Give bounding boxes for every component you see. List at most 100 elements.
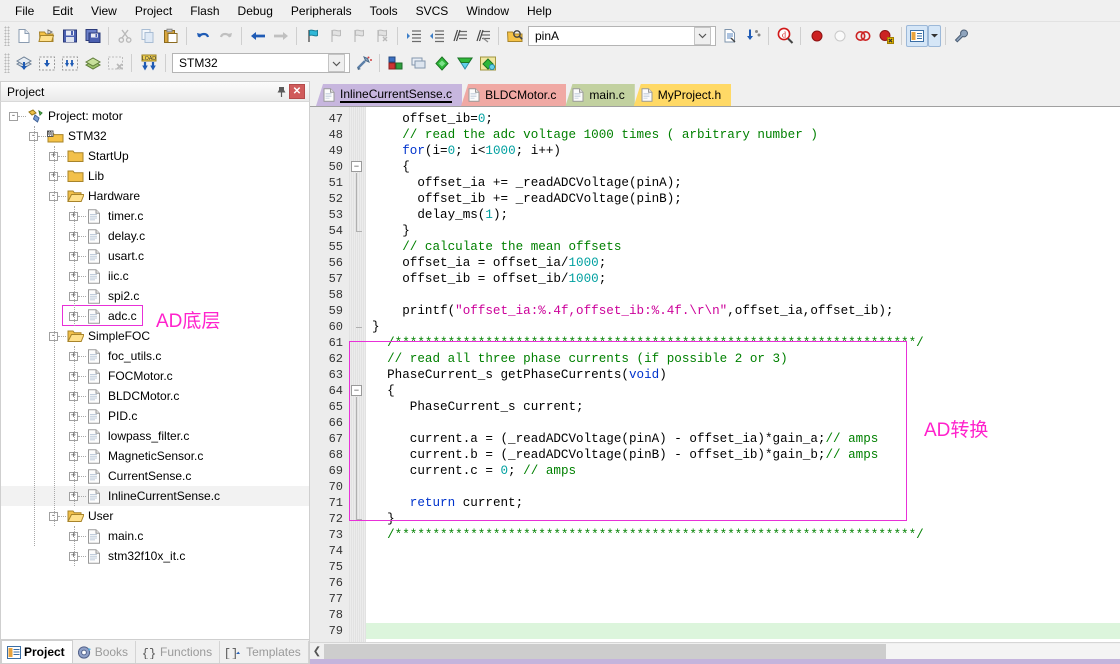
- batch-build-icon[interactable]: [58, 52, 81, 74]
- browse-symbols-icon[interactable]: [718, 25, 741, 47]
- search-combo[interactable]: pinA: [528, 25, 716, 46]
- tree-node-simplefoc[interactable]: - SimpleFOC: [1, 326, 309, 346]
- tree-file-stm32f10x_it.c[interactable]: + stm32f10x_it.c: [1, 546, 309, 566]
- chevron-down-icon[interactable]: [694, 26, 711, 45]
- code-line[interactable]: current.a = (_readADCVoltage(pinA) - off…: [366, 431, 1120, 447]
- kill-all-breakpoints-icon[interactable]: [851, 25, 874, 47]
- code-line[interactable]: PhaseCurrent_s getPhaseCurrents(void): [366, 367, 1120, 383]
- open-file-icon[interactable]: [35, 25, 58, 47]
- code-line[interactable]: offset_ia = offset_ia/1000;: [366, 255, 1120, 271]
- chevron-down-icon[interactable]: [928, 24, 941, 47]
- build-icon[interactable]: [12, 52, 35, 74]
- code-line[interactable]: ​: [366, 575, 1120, 591]
- disable-breakpoint-icon[interactable]: [828, 25, 851, 47]
- menu-item-flash[interactable]: Flash: [181, 2, 228, 20]
- project-pane-tab-functions[interactable]: {} Functions: [136, 641, 221, 663]
- code-line[interactable]: PhaseCurrent_s current;: [366, 399, 1120, 415]
- save-icon[interactable]: [58, 25, 81, 47]
- paste-icon[interactable]: [159, 25, 182, 47]
- redo-icon[interactable]: [214, 25, 237, 47]
- bookmark-prev-icon[interactable]: [324, 25, 347, 47]
- find-references-icon[interactable]: [741, 25, 764, 47]
- project-tree[interactable]: - Project: motor - STM32 + StartUp + Lib - Hardwa…: [0, 101, 310, 640]
- code-line[interactable]: /***************************************…: [366, 527, 1120, 543]
- menu-item-tools[interactable]: Tools: [361, 2, 407, 20]
- collapse-toggle-icon[interactable]: -: [9, 111, 18, 121]
- tree-file-spi2.c[interactable]: + spi2.c: [1, 286, 309, 306]
- tree-file-main.c[interactable]: + main.c: [1, 526, 309, 546]
- find-icon[interactable]: d: [773, 25, 796, 47]
- menu-item-project[interactable]: Project: [126, 2, 181, 20]
- code-line[interactable]: ​: [366, 607, 1120, 623]
- menu-item-file[interactable]: File: [6, 2, 43, 20]
- code-line[interactable]: for(i=0; i<1000; i++): [366, 143, 1120, 159]
- project-pane-tab-templates[interactable]: [] Templates: [220, 641, 309, 663]
- new-file-icon[interactable]: [12, 25, 35, 47]
- code-line[interactable]: /***************************************…: [366, 335, 1120, 351]
- target-select-value[interactable]: STM32: [177, 56, 328, 70]
- editor-horizontal-scrollbar[interactable]: ❮: [310, 642, 1120, 659]
- indent-right-icon[interactable]: [402, 25, 425, 47]
- tree-file-usart.c[interactable]: + usart.c: [1, 246, 309, 266]
- target-options-icon[interactable]: [352, 52, 375, 74]
- pin-icon[interactable]: [274, 84, 289, 99]
- tree-node-user[interactable]: - User: [1, 506, 309, 526]
- fold-collapse-icon[interactable]: −: [351, 385, 362, 396]
- editor-tab-main.c[interactable]: main.c: [565, 84, 635, 106]
- cut-icon[interactable]: [113, 25, 136, 47]
- code-line[interactable]: printf("offset_ia:%.4f,offset_ib:%.4f.\r…: [366, 303, 1120, 319]
- comment-icon[interactable]: [448, 25, 471, 47]
- code-editor[interactable]: 47 48 49 50 51 52 53 54 55 56 57 58 59 60 61 62 63 64 65 66…: [310, 106, 1120, 642]
- code-line[interactable]: // calculate the mean offsets: [366, 239, 1120, 255]
- tree-file-foc_utils.c[interactable]: + foc_utils.c: [1, 346, 309, 366]
- translate-icon[interactable]: [81, 52, 104, 74]
- search-input[interactable]: pinA: [533, 29, 694, 43]
- tree-file-BLDCMotor.c[interactable]: + BLDCMotor.c: [1, 386, 309, 406]
- tree-node-hardware[interactable]: - Hardware: [1, 186, 309, 206]
- code-line[interactable]: ​: [366, 543, 1120, 559]
- menu-item-edit[interactable]: Edit: [43, 2, 82, 20]
- indent-left-icon[interactable]: [425, 25, 448, 47]
- uncomment-icon[interactable]: [471, 25, 494, 47]
- menu-item-debug[interactable]: Debug: [229, 2, 282, 20]
- find-in-files-icon[interactable]: [503, 25, 526, 47]
- hscroll-thumb[interactable]: [324, 643, 886, 659]
- fold-collapse-icon[interactable]: −: [351, 161, 362, 172]
- code-line[interactable]: offset_ib=0;: [366, 111, 1120, 127]
- code-line[interactable]: ​: [366, 623, 1120, 639]
- configure-icon[interactable]: [950, 25, 973, 47]
- code-folding-column[interactable]: − −: [348, 107, 366, 642]
- save-all-icon[interactable]: [81, 25, 104, 47]
- download-icon[interactable]: LOAD: [136, 52, 161, 74]
- tree-file-FOCMotor.c[interactable]: + FOCMotor.c: [1, 366, 309, 386]
- manage-windows-icon[interactable]: [906, 24, 928, 47]
- navigate-back-icon[interactable]: [246, 25, 269, 47]
- code-line[interactable]: // read all three phase currents (if pos…: [366, 351, 1120, 367]
- project-pane-tab-books[interactable]: Books: [73, 641, 137, 663]
- undo-icon[interactable]: [191, 25, 214, 47]
- code-line[interactable]: }: [366, 223, 1120, 239]
- menu-item-help[interactable]: Help: [518, 2, 561, 20]
- tree-node-startup[interactable]: + StartUp: [1, 146, 309, 166]
- rebuild-icon[interactable]: [35, 52, 58, 74]
- tree-node-stm32[interactable]: - STM32: [1, 126, 309, 146]
- code-line[interactable]: offset_ib = offset_ib/1000;: [366, 271, 1120, 287]
- software-packs-icon[interactable]: [476, 52, 499, 74]
- code-line[interactable]: {: [366, 159, 1120, 175]
- tree-file-adc.c[interactable]: + adc.c: [1, 306, 309, 326]
- code-line[interactable]: }: [366, 319, 1120, 335]
- code-line[interactable]: delay_ms(1);: [366, 207, 1120, 223]
- manage-runtime-icon[interactable]: [453, 52, 476, 74]
- code-line[interactable]: current.c = 0; // amps: [366, 463, 1120, 479]
- tree-file-CurrentSense.c[interactable]: + CurrentSense.c: [1, 466, 309, 486]
- code-line[interactable]: ​: [366, 287, 1120, 303]
- editor-tab-InlineCurrentSense.c[interactable]: InlineCurrentSense.c: [316, 84, 463, 106]
- menu-item-svcs[interactable]: SVCS: [407, 2, 458, 20]
- manage-multi-project-icon[interactable]: [407, 52, 430, 74]
- tree-node-lib[interactable]: + Lib: [1, 166, 309, 186]
- navigate-forward-icon[interactable]: [269, 25, 292, 47]
- tree-file-delay.c[interactable]: + delay.c: [1, 226, 309, 246]
- tree-file-timer.c[interactable]: + timer.c: [1, 206, 309, 226]
- code-line[interactable]: ​: [366, 479, 1120, 495]
- hscroll-track[interactable]: [324, 643, 1120, 659]
